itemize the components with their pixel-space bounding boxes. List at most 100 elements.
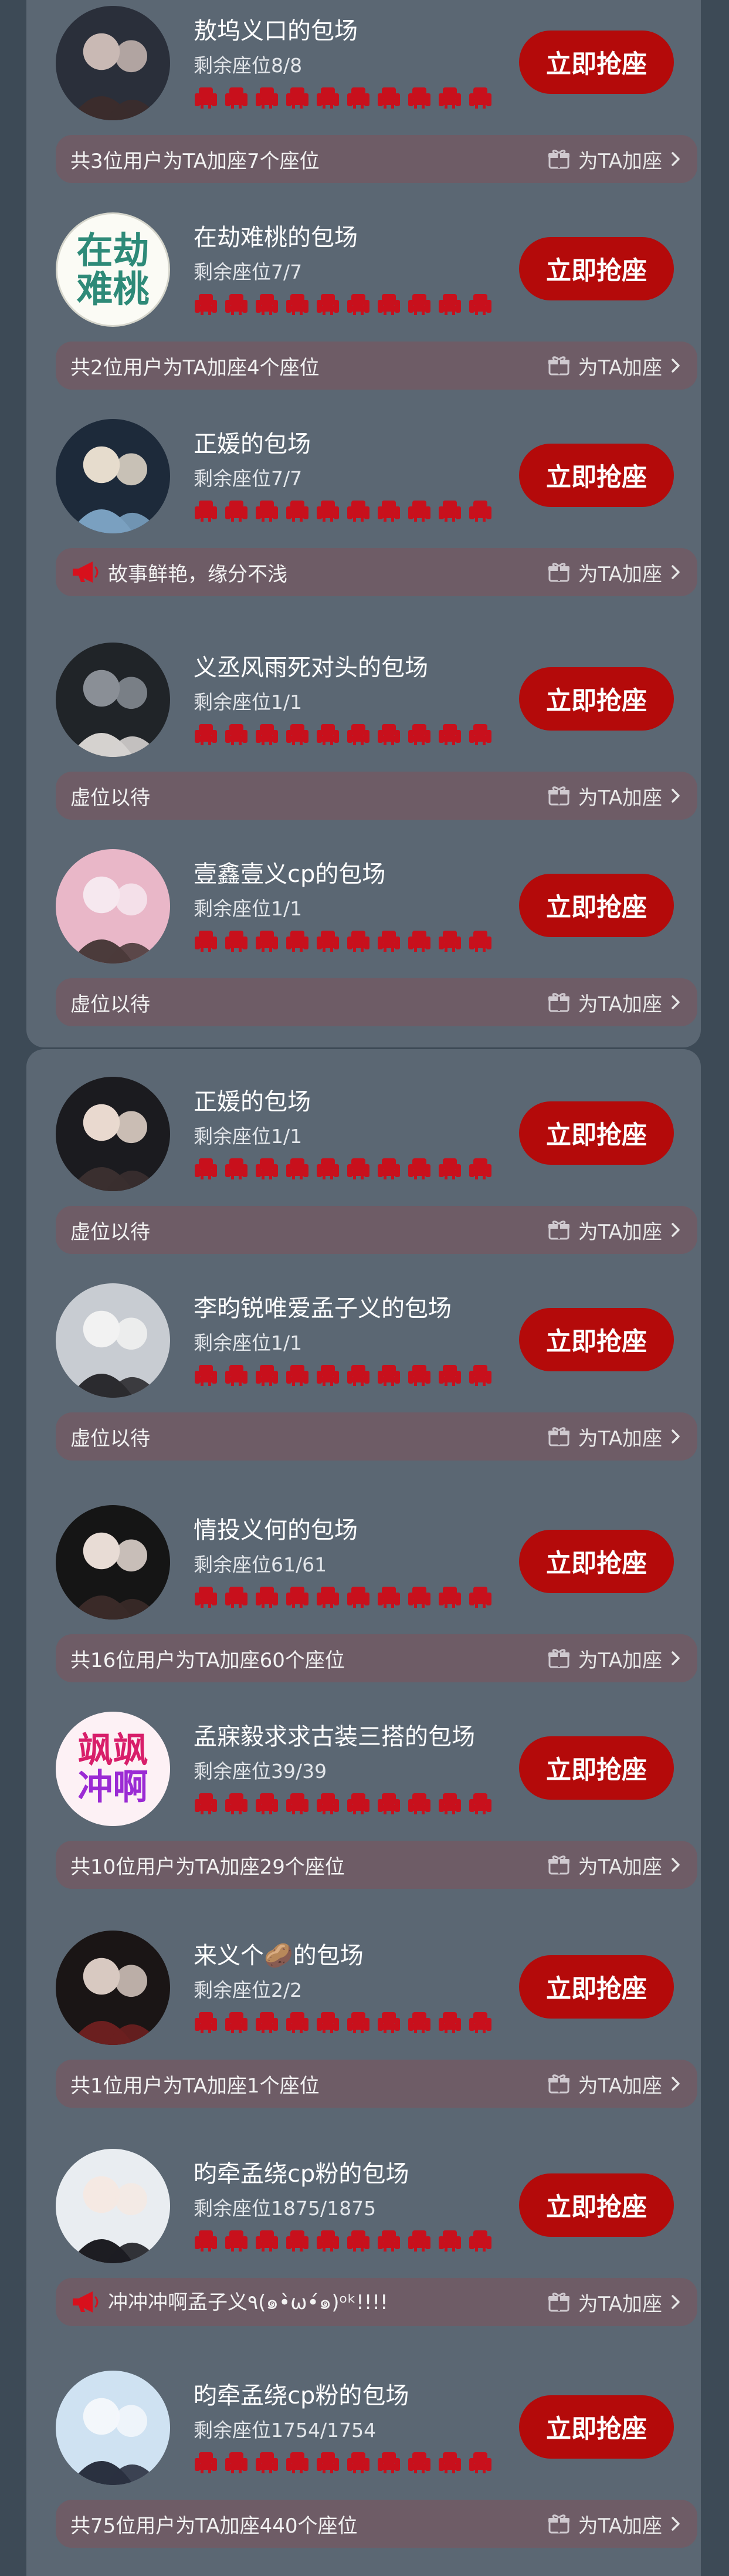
user-avatar[interactable] xyxy=(56,2149,170,2263)
chevron-right-icon xyxy=(672,1223,680,1237)
seat-icon xyxy=(256,2230,278,2252)
avatar-text-line: 冲啊 xyxy=(77,1766,148,1808)
theater-title: 义丞风雨死对头的包场 xyxy=(194,654,428,681)
seat-icon xyxy=(195,294,217,315)
grab-seat-button[interactable]: 立即抢座 xyxy=(519,237,674,300)
theater-title: 孟寐毅求求古装三搭的包场 xyxy=(194,1723,475,1750)
grab-seat-button[interactable]: 立即抢座 xyxy=(519,1955,674,2019)
info-bar: 虚位以待 为TA加座 xyxy=(56,1412,697,1461)
seat-icon xyxy=(347,87,369,109)
theater-card-9: 飒飒 冲啊 孟寐毅求求古装三搭的包场 剩余座位39/39 立即抢座 共10位用户为… xyxy=(26,1712,701,1914)
info-text: 共3位用户为TA加座7个座位 xyxy=(70,149,320,173)
add-seat-button[interactable]: 为TA加座 xyxy=(548,1422,681,1451)
grab-seat-button[interactable]: 立即抢座 xyxy=(519,1736,674,1800)
info-text: 冲冲冲啊孟子义٩(๑•̀ω•́๑)ᵒᵏ!!!! xyxy=(108,2291,388,2314)
user-avatar[interactable] xyxy=(56,419,170,533)
seat-icon xyxy=(408,2230,430,2252)
avatar-photo xyxy=(56,849,170,964)
user-avatar[interactable] xyxy=(56,2371,170,2485)
seat-icon xyxy=(469,1587,491,1608)
seat-icon xyxy=(439,1587,461,1608)
add-seat-button[interactable]: 为TA加座 xyxy=(548,1644,681,1673)
avatar-text-line: 难桃 xyxy=(76,267,150,310)
add-seat-button[interactable]: 为TA加座 xyxy=(548,558,681,587)
seat-icon xyxy=(378,1365,400,1386)
info-text: 虚位以待 xyxy=(70,992,150,1016)
add-seat-button[interactable]: 为TA加座 xyxy=(548,2070,681,2098)
seat-icon xyxy=(225,1587,247,1608)
grab-seat-button[interactable]: 立即抢座 xyxy=(519,874,674,937)
seat-icon xyxy=(195,1365,217,1386)
add-seat-button[interactable]: 为TA加座 xyxy=(548,1851,681,1879)
grab-seat-button[interactable]: 立即抢座 xyxy=(519,444,674,507)
user-avatar[interactable]: 在劫 难桃 xyxy=(56,212,170,327)
grab-seat-button[interactable]: 立即抢座 xyxy=(519,667,674,731)
grab-seat-button[interactable]: 立即抢座 xyxy=(519,1308,674,1371)
info-text: 共16位用户为TA加座60个座位 xyxy=(70,1648,345,1672)
grab-seat-button[interactable]: 立即抢座 xyxy=(519,1530,674,1593)
gift-icon xyxy=(548,1221,569,1240)
add-seat-button[interactable]: 为TA加座 xyxy=(548,988,681,1017)
theater-card-12: 昀牵孟绕cp粉的包场 剩余座位1754/1754 立即抢座 共75位用户为TA加… xyxy=(26,2371,701,2573)
add-seat-button[interactable]: 为TA加座 xyxy=(548,2510,681,2538)
info-bar: 虚位以待 为TA加座 xyxy=(56,772,697,820)
grab-seat-button[interactable]: 立即抢座 xyxy=(519,1101,674,1165)
seat-icon xyxy=(347,1587,369,1608)
seat-icons xyxy=(194,2010,493,2034)
remaining-seats: 剩余座位1/1 xyxy=(194,897,303,920)
add-seat-button[interactable]: 为TA加座 xyxy=(548,351,681,380)
user-avatar[interactable] xyxy=(56,1077,170,1191)
user-avatar[interactable] xyxy=(56,643,170,757)
add-seat-button[interactable]: 为TA加座 xyxy=(548,1216,681,1245)
seat-icon xyxy=(195,1158,217,1179)
seat-icon xyxy=(317,1158,339,1179)
user-avatar[interactable]: 飒飒 冲啊 xyxy=(56,1712,170,1826)
seat-icon xyxy=(317,2012,339,2033)
add-seat-label: 为TA加座 xyxy=(578,992,662,1016)
user-avatar[interactable] xyxy=(56,1931,170,2045)
remaining-seats: 剩余座位1/1 xyxy=(194,691,303,714)
seat-icon xyxy=(439,294,461,315)
add-seat-button[interactable]: 为TA加座 xyxy=(548,145,681,174)
seat-icon xyxy=(469,1158,491,1179)
seat-icon xyxy=(195,2230,217,2252)
grab-seat-button[interactable]: 立即抢座 xyxy=(519,2395,674,2459)
info-bar: 共75位用户为TA加座440个座位 为TA加座 xyxy=(56,2500,697,2548)
user-avatar[interactable] xyxy=(56,1505,170,1620)
user-avatar[interactable] xyxy=(56,849,170,964)
user-avatar[interactable] xyxy=(56,1283,170,1398)
remaining-seats: 剩余座位39/39 xyxy=(194,1760,327,1783)
remaining-seats: 剩余座位7/7 xyxy=(194,467,303,490)
info-bar: 共16位用户为TA加座60个座位 为TA加座 xyxy=(56,1634,697,1682)
seat-icons xyxy=(194,1363,493,1387)
seat-icon xyxy=(286,931,308,952)
info-text: 共10位用户为TA加座29个座位 xyxy=(70,1855,345,1879)
add-seat-button[interactable]: 为TA加座 xyxy=(548,782,681,810)
user-avatar[interactable] xyxy=(56,6,170,120)
add-seat-button[interactable]: 为TA加座 xyxy=(548,2288,681,2317)
seat-icon xyxy=(195,1793,217,1814)
add-seat-label: 为TA加座 xyxy=(578,786,662,810)
seat-icon xyxy=(225,87,247,109)
theater-card-5: 壹鑫壹义cp的包场 剩余座位1/1 立即抢座 虚位以待 为TA加座 xyxy=(26,849,701,1052)
seat-icon xyxy=(408,501,430,522)
seat-icon xyxy=(469,2230,491,2252)
seat-icon xyxy=(286,87,308,109)
theater-card-1: 敖坞义口的包场 剩余座位8/8 立即抢座 共3位用户为TA加座7个座位 为TA加… xyxy=(26,6,701,208)
theater-card-6: 正媛的包场 剩余座位1/1 立即抢座 虚位以待 为TA加座 xyxy=(26,1077,701,1279)
seat-icon xyxy=(256,1365,278,1386)
megaphone-icon xyxy=(73,562,99,583)
seat-icon xyxy=(347,2230,369,2252)
seat-icon xyxy=(378,931,400,952)
avatar-photo xyxy=(56,1077,170,1191)
theater-title: 正媛的包场 xyxy=(194,431,311,458)
add-seat-label: 为TA加座 xyxy=(578,562,662,586)
grab-seat-button[interactable]: 立即抢座 xyxy=(519,31,674,94)
seat-icon xyxy=(347,1793,369,1814)
seat-icon xyxy=(378,1158,400,1179)
seat-icon xyxy=(225,2012,247,2033)
info-bar: 虚位以待 为TA加座 xyxy=(56,1206,697,1254)
chevron-right-icon xyxy=(672,995,680,1009)
seat-icon xyxy=(439,724,461,745)
grab-seat-button[interactable]: 立即抢座 xyxy=(519,2173,674,2237)
